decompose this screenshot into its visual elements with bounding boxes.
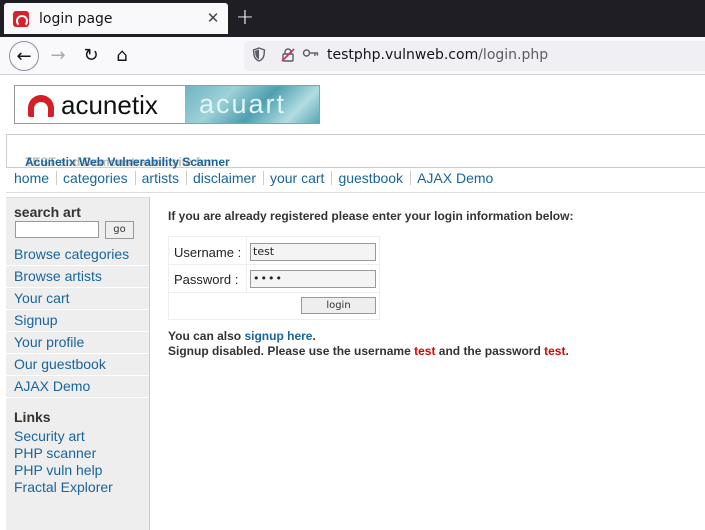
menu-categories[interactable]: categories	[63, 170, 128, 186]
menu-separator	[331, 171, 333, 185]
username-hint: test	[414, 344, 436, 358]
signup-message: You can also signup here.	[168, 329, 316, 343]
tab-strip: login page ✕ +	[0, 0, 705, 37]
link-php-vuln-help[interactable]: PHP vuln help	[14, 462, 113, 479]
acuart-wordmark: acuart	[199, 89, 287, 119]
url-path: /login.php	[478, 47, 549, 63]
search-heading: search art	[14, 204, 81, 220]
signup-text: You can also	[168, 329, 245, 343]
username-field[interactable]: test	[250, 243, 376, 261]
tracking-protection-shield-icon[interactable]	[252, 47, 266, 66]
new-tab-icon[interactable]: +	[232, 5, 258, 31]
menu-ajax-demo[interactable]: AJAX Demo	[417, 170, 493, 186]
page-viewport: acunetix acuart TEST and Demonstration s…	[0, 76, 705, 530]
sidebar-item-ajax-demo[interactable]: AJAX Demo	[6, 376, 149, 398]
menu-separator	[410, 171, 412, 185]
disabled-text-b: and the password	[435, 344, 545, 358]
login-intro: If you are already registered please ent…	[168, 209, 574, 223]
link-fractal-explorer[interactable]: Fractal Explorer	[14, 479, 113, 496]
tab-login-page[interactable]: login page ✕	[4, 3, 228, 34]
reload-button[interactable]: ↻	[76, 41, 106, 71]
link-security-art[interactable]: Security art	[14, 428, 113, 445]
signup-link[interactable]: signup here	[244, 329, 312, 343]
menu-separator	[56, 171, 58, 185]
menu-guestbook[interactable]: guestbook	[338, 170, 403, 186]
acunetix-wordmark: acunetix	[61, 90, 158, 120]
acuart-banner: acuart	[185, 86, 319, 123]
sidebar-item-your-cart[interactable]: Your cart	[6, 288, 149, 310]
password-hint: test	[544, 344, 566, 358]
acunetix-logo: acunetix	[15, 86, 185, 123]
password-label: Password :	[174, 272, 239, 287]
tab-close-icon[interactable]: ✕	[203, 8, 223, 28]
links-heading: Links	[14, 409, 51, 425]
menu-separator	[134, 171, 136, 185]
url-host: testphp.vulnweb.com	[327, 47, 479, 63]
acunetix-mark-icon	[28, 95, 54, 117]
menu-your-cart[interactable]: your cart	[270, 170, 324, 186]
form-row-divider	[169, 292, 379, 293]
sidebar-nav: Browse categories Browse artists Your ca…	[6, 244, 149, 398]
login-button[interactable]: login	[301, 297, 376, 314]
acunetix-favicon-icon	[13, 11, 29, 27]
acunetix-acuart-logo[interactable]: acunetix acuart	[14, 85, 320, 124]
links-list: Security art PHP scanner PHP vuln help F…	[14, 428, 113, 496]
key-icon[interactable]	[302, 47, 320, 63]
search-input[interactable]	[15, 221, 99, 238]
sidebar-item-browse-artists[interactable]: Browse artists	[6, 266, 149, 288]
site-tagline: TEST and Demonstration site for Acunetix…	[6, 134, 705, 169]
url-text[interactable]: testphp.vulnweb.com/login.php	[327, 47, 548, 63]
menu-artists[interactable]: artists	[142, 170, 179, 186]
password-field[interactable]: ••••	[250, 270, 376, 288]
tagline-link[interactable]: Acunetix Web Vulnerability Scanner	[25, 155, 230, 169]
username-label: Username :	[174, 245, 242, 260]
sidebar-item-our-guestbook[interactable]: Our guestbook	[6, 354, 149, 376]
address-bar[interactable]: testphp.vulnweb.com/login.php	[244, 41, 705, 71]
menu-home[interactable]: home	[14, 170, 49, 186]
navigation-toolbar: ← → ↻ ⌂ testphp.vulnweb.com/login.php	[0, 37, 705, 75]
login-form: Username : test Password : •••• login	[168, 236, 380, 320]
home-button[interactable]: ⌂	[107, 41, 137, 71]
divider	[6, 192, 705, 193]
top-menu: home categories artists disclaimer your cart…	[14, 170, 493, 192]
sidebar-item-signup[interactable]: Signup	[6, 310, 149, 332]
disabled-text-c: .	[565, 344, 569, 358]
link-php-scanner[interactable]: PHP scanner	[14, 445, 113, 462]
menu-disclaimer[interactable]: disclaimer	[193, 170, 256, 186]
forward-button[interactable]: →	[43, 41, 73, 71]
form-row-divider	[169, 264, 379, 265]
search-go-button[interactable]: go	[105, 221, 134, 239]
disabled-text-a: Signup disabled. Please use the username	[168, 344, 415, 358]
main-content: If you are already registered please ent…	[151, 197, 705, 530]
menu-separator	[185, 171, 187, 185]
sidebar-item-your-profile[interactable]: Your profile	[6, 332, 149, 354]
signup-disabled-message: Signup disabled. Please use the username…	[168, 344, 569, 358]
sidebar-item-browse-categories[interactable]: Browse categories	[6, 244, 149, 266]
signup-period: .	[312, 329, 316, 343]
tab-title: login page	[39, 11, 113, 27]
insecure-lock-icon[interactable]	[280, 47, 296, 67]
sidebar: search art go Browse categories Browse a…	[6, 197, 150, 530]
back-button[interactable]: ←	[9, 41, 39, 71]
menu-separator	[262, 171, 264, 185]
